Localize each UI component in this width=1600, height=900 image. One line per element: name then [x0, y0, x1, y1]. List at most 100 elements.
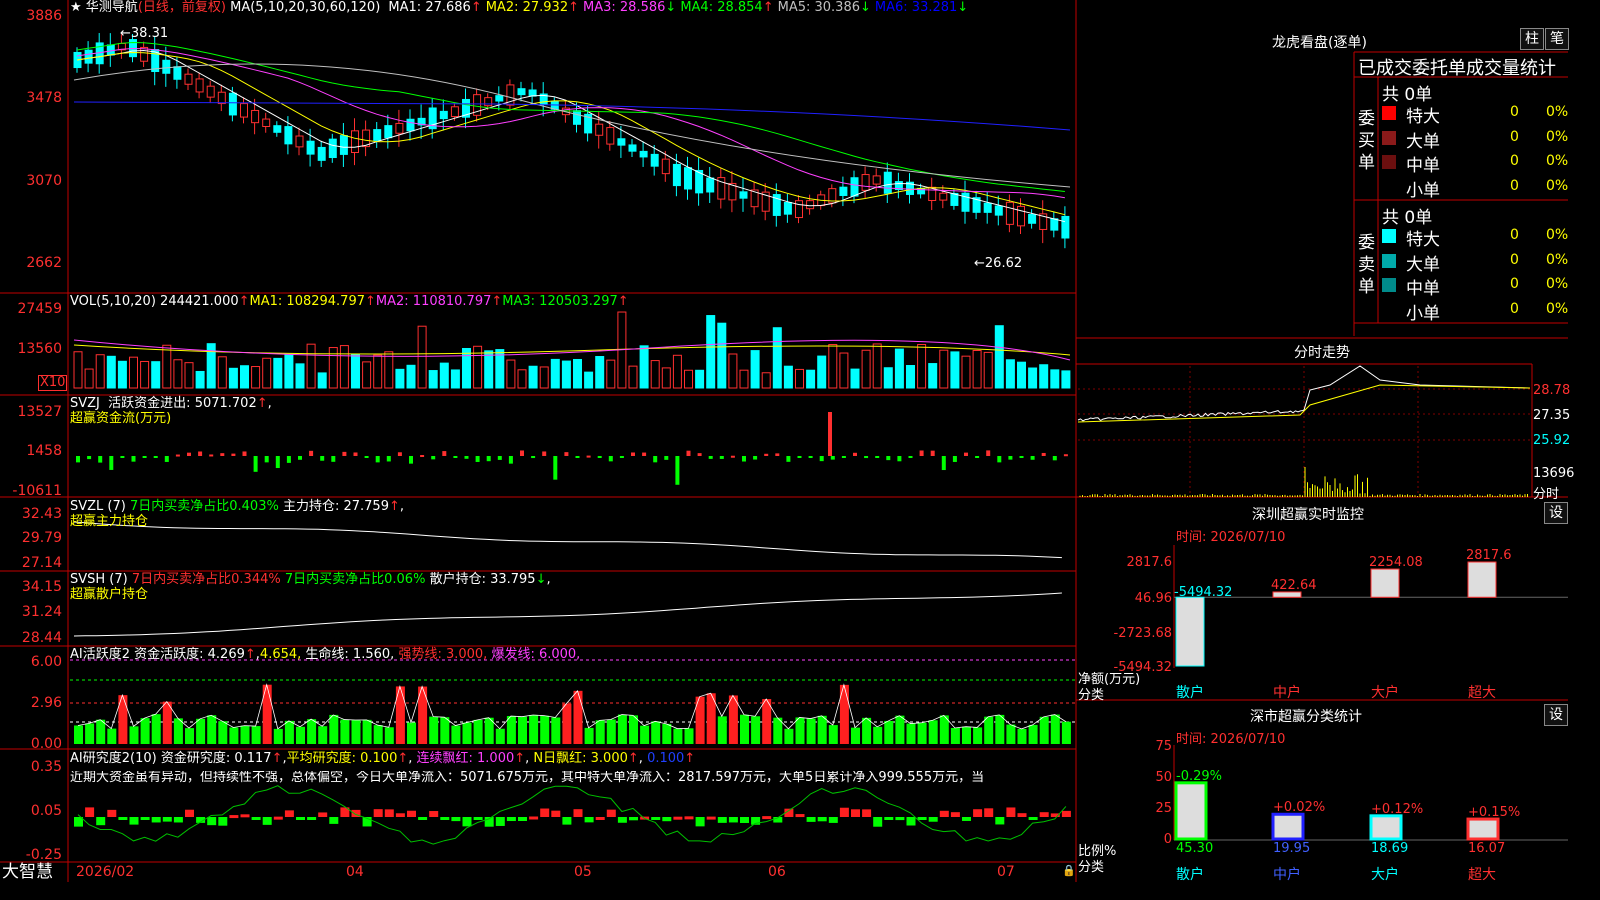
research-bar [373, 809, 383, 817]
intraday-axis-2: 27.35 [1533, 408, 1571, 423]
research-bar [629, 817, 638, 821]
lock-icon[interactable]: 🔒 [1062, 864, 1076, 878]
research-bar [440, 817, 450, 820]
activity-bar [895, 715, 905, 744]
flow-bar [531, 456, 536, 459]
research-bar [451, 817, 461, 822]
research-bar [617, 817, 627, 823]
activity-bar [906, 723, 916, 744]
monitor-axis-2: 46.96 [1134, 591, 1172, 606]
sell-row-percent: 0% [1546, 251, 1569, 268]
volume-bar [894, 348, 904, 389]
volume-bar [783, 365, 793, 389]
period-label[interactable]: (日线，前复权) [138, 0, 226, 15]
research-bar [284, 810, 294, 817]
candle-body [850, 177, 859, 197]
vol-unit[interactable]: X10 [38, 375, 68, 391]
ai2-axis-1: 0.35 [30, 759, 62, 775]
buy-row-percent: 0% [1546, 104, 1569, 120]
candle-body [495, 95, 504, 102]
stock-name[interactable]: 华测导航 [86, 0, 138, 15]
flow-bar [286, 456, 291, 463]
research-bar [296, 817, 305, 820]
flow-bar [886, 456, 891, 461]
monitor-title: 深圳超赢实时监控 [1252, 507, 1364, 523]
candle-body [983, 202, 992, 213]
activity-bar [651, 721, 661, 744]
volume-bar [395, 368, 405, 389]
research-bar [318, 812, 328, 817]
date-label-2: 04 [346, 864, 364, 880]
research-bar [606, 809, 616, 817]
flow-bar [87, 456, 92, 460]
ma-value-2: MA2: 27.932↑ [485, 0, 580, 15]
sell-row-percent: 0% [1546, 276, 1569, 292]
volume-bar [362, 361, 372, 389]
flow-bar [164, 456, 169, 462]
activity-bar [495, 728, 505, 744]
volume-bar [628, 365, 638, 389]
research-bar [862, 809, 872, 817]
buy-row-name: 中单 [1406, 156, 1440, 176]
stats-settings-button[interactable]: 设 [1544, 704, 1568, 726]
volume-bar [850, 368, 860, 389]
activity-bar [617, 714, 627, 744]
research-bar [939, 810, 949, 817]
flow-bar [1030, 456, 1035, 460]
volume-bar [295, 363, 305, 389]
volume-bar [484, 350, 494, 389]
volume-bar [217, 356, 227, 389]
candle-body [939, 192, 948, 201]
activity-bar [296, 726, 305, 744]
activity-bar [828, 725, 838, 744]
volume-bar [883, 367, 893, 389]
activity-bar [518, 716, 527, 744]
candle-body [872, 175, 881, 185]
monitor-bar-value: -5494.32 [1174, 585, 1233, 601]
candle-body [994, 205, 1003, 216]
volume-bar [795, 368, 804, 389]
volume-bar [162, 344, 172, 389]
candle-body [262, 118, 271, 128]
monitor-bar-value: 422.64 [1271, 577, 1317, 593]
flow-bar [320, 456, 325, 461]
activity-bar [1039, 716, 1049, 744]
activity-bar [573, 690, 583, 744]
volume-bar [806, 369, 816, 389]
volume-bar [129, 356, 138, 389]
svzj-header: SVZJ 活跃资金进出: 5071.702↑, [70, 396, 272, 411]
activity-bar [407, 722, 416, 744]
activity-bar [273, 728, 283, 744]
tick-mode-button[interactable]: 笔 [1545, 28, 1569, 50]
volume-bar [173, 359, 183, 389]
svzj-desc: 超赢资金流(万元) [70, 411, 172, 426]
activity-bar [318, 726, 328, 744]
research-bar [1061, 810, 1071, 817]
research-bar [395, 813, 405, 817]
research-bar [962, 817, 971, 821]
research-bar [973, 809, 983, 817]
volume-bar [672, 354, 682, 389]
activity-bar [240, 725, 250, 744]
activity-bar [473, 719, 483, 744]
activity-bar [917, 722, 927, 744]
ai1-axis-3: 0.00 [30, 736, 62, 752]
main-chart-canvas[interactable] [0, 0, 1568, 882]
candle-body [384, 125, 393, 139]
buy-row-name: 特大 [1406, 107, 1440, 127]
activity-bar [873, 726, 883, 744]
research-bar [1028, 817, 1038, 820]
flow-bar [76, 456, 80, 463]
research-bar [906, 817, 916, 826]
monitor-settings-button[interactable]: 设 [1544, 502, 1568, 524]
research-bar [118, 817, 128, 820]
candle-body [317, 146, 326, 161]
research-bar [728, 817, 738, 823]
candle-body [106, 44, 115, 56]
svsh-header: SVSH (7) 7日内买卖净占比0.344% 7日内买卖净占比0.06% 散户… [70, 572, 551, 587]
star-icon[interactable]: ★ [70, 0, 82, 15]
volume-bar [972, 349, 982, 389]
bar-mode-button[interactable]: 柱 [1520, 28, 1544, 50]
research-bar [762, 816, 772, 820]
svzl-desc: 超赢主力持仓 [70, 514, 149, 529]
